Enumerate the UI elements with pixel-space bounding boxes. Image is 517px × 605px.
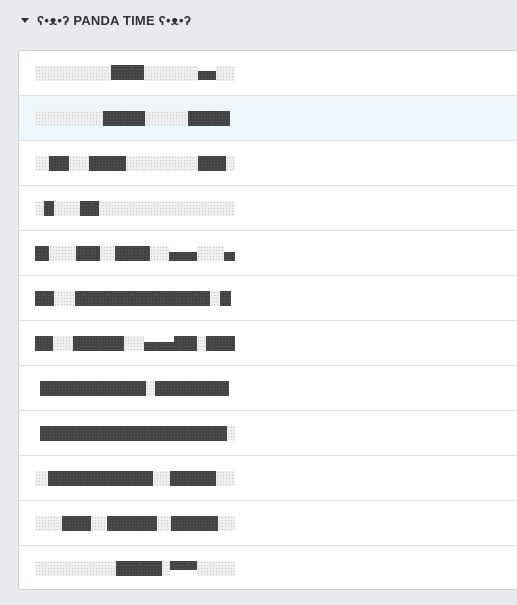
list-item[interactable]	[19, 231, 517, 276]
redacted-text	[35, 561, 116, 576]
redacted-text	[124, 336, 144, 351]
redacted-text	[111, 65, 144, 80]
redacted-text	[197, 561, 235, 576]
redacted-text	[91, 516, 107, 531]
redacted-text	[188, 111, 230, 126]
redacted-text	[75, 291, 117, 306]
redacted-text	[54, 291, 75, 306]
redacted-text	[69, 156, 89, 171]
redacted-text	[157, 516, 171, 531]
redacted-text	[54, 201, 80, 216]
redacted-text	[103, 111, 145, 126]
redacted-text	[169, 252, 197, 261]
redacted-text	[197, 336, 206, 351]
redacted-text	[198, 71, 216, 80]
redacted-text	[117, 291, 172, 306]
redacted-text	[35, 246, 49, 261]
redacted-text	[44, 201, 54, 216]
redacted-text	[216, 66, 235, 81]
redacted-text	[152, 426, 227, 441]
redacted-text	[224, 252, 235, 261]
redacted-text	[216, 471, 235, 486]
redacted-text	[40, 381, 146, 396]
redacted-text	[153, 471, 170, 486]
redacted-text	[170, 561, 197, 570]
redacted-text	[35, 111, 103, 126]
list-item[interactable]	[19, 141, 517, 186]
redacted-text	[174, 336, 197, 351]
list-item[interactable]	[19, 186, 517, 231]
list-item[interactable]	[19, 276, 517, 321]
redacted-text	[35, 66, 111, 81]
caret-down-icon[interactable]	[21, 17, 29, 23]
redacted-text	[35, 156, 49, 171]
redacted-text	[198, 156, 226, 171]
redacted-text	[80, 201, 99, 216]
redacted-text	[220, 291, 231, 306]
redacted-text	[48, 471, 153, 486]
redacted-text	[144, 342, 174, 351]
redacted-text	[40, 426, 152, 441]
redacted-text	[226, 156, 235, 171]
list-item[interactable]	[19, 51, 517, 96]
list-item[interactable]	[19, 321, 517, 366]
redacted-text	[53, 336, 73, 351]
redacted-text	[35, 336, 53, 351]
list-item[interactable]	[19, 546, 517, 589]
redacted-text	[115, 246, 150, 261]
redacted-text	[73, 336, 124, 351]
redacted-text	[206, 336, 235, 351]
redacted-text	[170, 471, 216, 486]
list-item[interactable]	[19, 366, 517, 411]
redacted-text	[210, 291, 220, 306]
item-list	[18, 50, 517, 590]
redacted-text	[144, 66, 198, 81]
redacted-text	[162, 561, 170, 576]
redacted-text	[172, 291, 210, 306]
redacted-text	[89, 156, 126, 171]
list-item[interactable]	[19, 456, 517, 501]
redacted-text	[35, 516, 62, 531]
redacted-text	[49, 156, 69, 171]
redacted-text	[35, 291, 54, 306]
list-item[interactable]	[19, 501, 517, 546]
redacted-text	[62, 516, 91, 531]
redacted-text	[76, 246, 100, 261]
group-header[interactable]: ʕ•ᴥ•ʔ PANDA TIME ʕ•ᴥ•ʔ	[0, 0, 517, 40]
redacted-text	[218, 516, 235, 531]
redacted-text	[107, 516, 157, 531]
redacted-text	[49, 246, 76, 261]
redacted-text	[100, 246, 115, 261]
list-item[interactable]	[19, 96, 517, 141]
redacted-text	[116, 561, 162, 576]
redacted-text	[126, 156, 198, 171]
redacted-text	[145, 111, 188, 126]
list-item[interactable]	[19, 411, 517, 456]
redacted-text	[35, 471, 48, 486]
group-title: ʕ•ᴥ•ʔ PANDA TIME ʕ•ᴥ•ʔ	[37, 12, 192, 28]
redacted-text	[227, 426, 235, 441]
redacted-text	[197, 246, 224, 261]
redacted-text	[99, 201, 235, 216]
redacted-text	[171, 516, 218, 531]
redacted-text	[146, 381, 155, 396]
redacted-text	[150, 246, 169, 261]
redacted-text	[155, 381, 229, 396]
redacted-text	[35, 201, 44, 216]
